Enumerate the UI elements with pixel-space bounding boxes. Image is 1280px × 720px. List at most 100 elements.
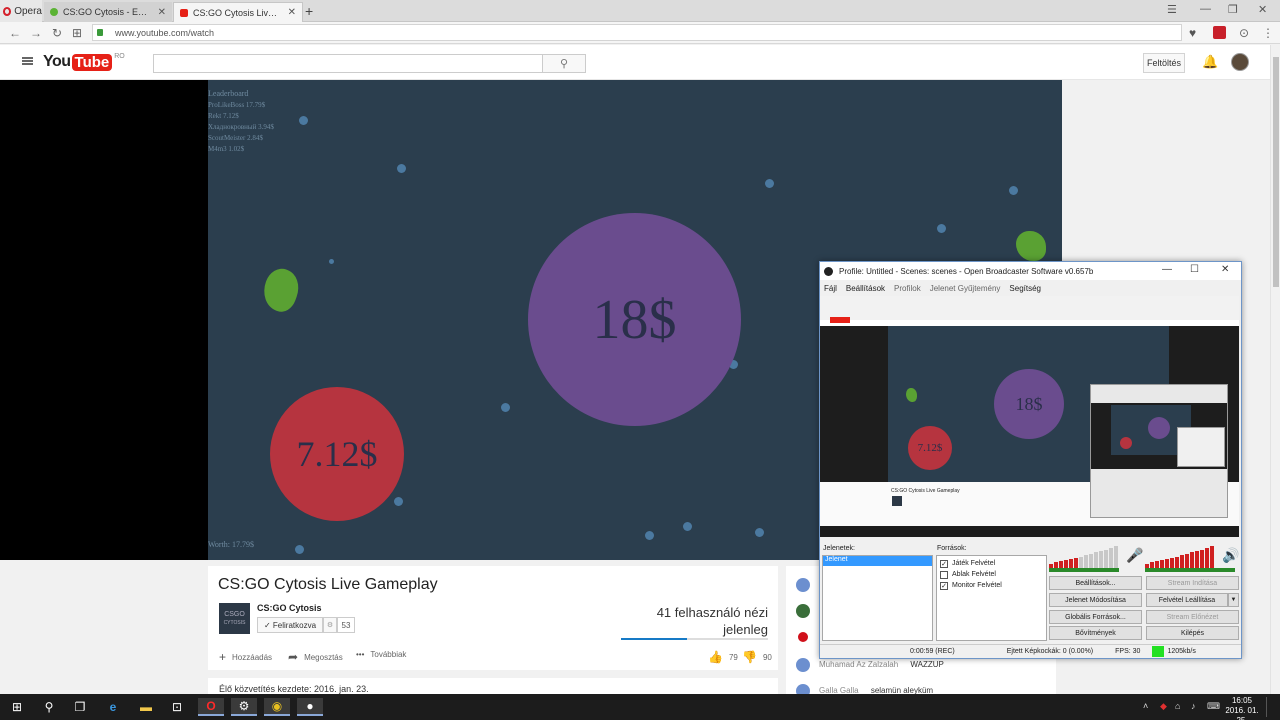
search-icon[interactable]: ⚲: [40, 698, 58, 716]
subscribed-button[interactable]: ✓ Feliratkozva: [257, 617, 323, 633]
tray-app-icon[interactable]: ◆: [1160, 701, 1167, 712]
scrollbar-thumb[interactable]: [1273, 57, 1279, 287]
exit-button[interactable]: Kilépés: [1146, 626, 1239, 640]
account-avatar[interactable]: [1231, 53, 1249, 71]
taskbar-clock[interactable]: 16:05 2016. 01. 25.: [1222, 696, 1262, 720]
microphone-icon[interactable]: 🎤: [1126, 547, 1143, 564]
youtube-logo[interactable]: You Tube RO: [43, 53, 125, 71]
tab-menu-icon[interactable]: ☰: [1167, 3, 1177, 16]
opera-menu-button[interactable]: Opera: [0, 0, 42, 22]
window-close-icon[interactable]: ✕: [1258, 3, 1267, 16]
preview-cell: 7.12$: [908, 426, 952, 470]
edge-browser-icon[interactable]: e: [104, 698, 122, 716]
forward-icon[interactable]: →: [30, 26, 42, 40]
tab-close-icon[interactable]: ✕: [158, 7, 166, 18]
source-checkbox[interactable]: ✓: [940, 559, 948, 568]
scene-item[interactable]: Jelenet: [823, 556, 932, 566]
tab-cytosis-game[interactable]: CS:GO Cytosis - Eat Cells ✕: [44, 2, 172, 22]
chrome-taskbar-icon[interactable]: ◉: [264, 698, 290, 716]
global-sources-button[interactable]: Globális Források...: [1049, 610, 1142, 624]
preview-browser-chrome: [820, 296, 1239, 320]
gift-icon[interactable]: [1213, 26, 1226, 39]
task-view-icon[interactable]: ❐: [71, 698, 89, 716]
obs-title-text: Profile: Untitled - Scenes: scenes - Ope…: [839, 266, 1094, 276]
tray-expand-icon[interactable]: ˄: [1143, 701, 1148, 711]
obs-close-icon[interactable]: ✕: [1221, 264, 1229, 275]
network-icon[interactable]: ⌂: [1175, 701, 1180, 711]
volume-icon[interactable]: ♪: [1191, 701, 1196, 711]
channel-name-link[interactable]: CS:GO Cytosis: [257, 603, 322, 613]
sources-list[interactable]: ✓ Játék Felvétel Ablak Felvétel ✓ Monitor …: [936, 555, 1047, 641]
show-desktop-button[interactable]: [1266, 697, 1278, 717]
restore-icon[interactable]: ❐: [1228, 3, 1238, 16]
minimize-icon[interactable]: —: [1200, 3, 1211, 15]
tabs-grid-icon[interactable]: ⊞: [72, 26, 82, 40]
edit-scene-button[interactable]: Jelenet Módosítása: [1049, 593, 1142, 607]
logo-tube-text: Tube: [71, 53, 113, 71]
windows-start-icon[interactable]: ⊞: [8, 698, 26, 716]
obs-menu-file[interactable]: Fájl: [824, 284, 837, 293]
source-item[interactable]: ✓ Játék Felvétel: [940, 558, 1043, 569]
page-scrollbar[interactable]: [1270, 45, 1280, 694]
stop-recording-button[interactable]: Felvétel Leállítása: [1146, 593, 1228, 607]
record-dropdown-chevron-icon[interactable]: ▼: [1228, 593, 1239, 607]
source-item[interactable]: Ablak Felvétel: [940, 569, 1043, 580]
heart-icon[interactable]: ♥: [1189, 26, 1196, 40]
leaderboard-entry: Rekt 7.12$: [208, 112, 239, 120]
meter-bar: [1200, 550, 1204, 568]
meter-bar: [1155, 561, 1159, 568]
obs-settings-button[interactable]: Beállítások...: [1049, 576, 1142, 590]
plugins-button[interactable]: Bővítmények: [1049, 626, 1142, 640]
search-button[interactable]: ⚲: [542, 54, 586, 73]
download-icon[interactable]: ⊙: [1239, 26, 1249, 40]
desktop-volume-meter[interactable]: [1145, 546, 1219, 568]
tab-youtube-video[interactable]: CS:GO Cytosis Live Gamep ✕: [173, 2, 303, 22]
back-icon[interactable]: ←: [9, 26, 21, 40]
add-to-button[interactable]: + Hozzáadás: [219, 650, 272, 664]
stream-preview-button[interactable]: Stream Előnézet: [1146, 610, 1239, 624]
obs-menu-profiles[interactable]: Profilok: [894, 284, 921, 293]
steam-taskbar-icon[interactable]: ⚙: [231, 698, 257, 716]
windows-taskbar: [0, 694, 1280, 720]
leaderboard-entry: ScoutMeister 2.84$: [208, 134, 263, 142]
subscription-settings-icon[interactable]: ⚙: [323, 617, 337, 633]
obs-menu-settings[interactable]: Beállítások: [846, 284, 885, 293]
obs-taskbar-icon[interactable]: ●: [297, 698, 323, 716]
cell-mass-label: 18$: [592, 288, 677, 351]
opera-taskbar-icon[interactable]: O: [198, 698, 224, 716]
keyboard-icon[interactable]: ⌨: [1207, 701, 1220, 712]
more-button[interactable]: ••• Továbbiak: [356, 650, 406, 659]
source-checkbox[interactable]: ✓: [940, 581, 948, 590]
like-count: 79: [728, 652, 738, 662]
food-dot: [501, 403, 510, 412]
notifications-bell-icon[interactable]: 🔔: [1202, 54, 1218, 70]
tab-close-icon[interactable]: ✕: [288, 7, 296, 18]
viewers-text: jelenleg: [723, 622, 768, 637]
preview-recursive-cell: [1148, 417, 1170, 439]
url-input[interactable]: www.youtube.com/watch: [92, 24, 1182, 41]
obs-preview: 18$ 7.12$ CS:GO Cytosis Live Gameplay: [820, 296, 1239, 537]
store-icon[interactable]: ⊡: [168, 698, 186, 716]
upload-button[interactable]: Feltöltés: [1143, 53, 1185, 73]
obs-minimize-icon[interactable]: —: [1162, 264, 1172, 275]
start-stream-button[interactable]: Stream Indítása: [1146, 576, 1239, 590]
share-button[interactable]: ➦ Megosztás: [288, 650, 343, 664]
file-explorer-icon[interactable]: ▬: [137, 698, 155, 716]
source-item[interactable]: ✓ Monitor Felvétel: [940, 580, 1043, 591]
search-input[interactable]: [153, 54, 543, 73]
obs-menu-help[interactable]: Segítség: [1009, 284, 1041, 293]
like-button[interactable]: 👍 79: [708, 650, 738, 664]
obs-maximize-icon[interactable]: ☐: [1190, 264, 1199, 275]
menu-icon[interactable]: ⋮: [1262, 26, 1274, 40]
reload-icon[interactable]: ↻: [52, 26, 62, 40]
like-ratio-fill: [621, 638, 688, 640]
source-checkbox[interactable]: [940, 570, 948, 579]
scenes-list[interactable]: Jelenet: [822, 555, 933, 641]
channel-thumbnail[interactable]: CSGO CYTOSIS: [219, 603, 250, 634]
guide-menu-icon[interactable]: [22, 57, 33, 65]
speaker-icon[interactable]: 🔊: [1222, 547, 1239, 564]
new-tab-button[interactable]: +: [305, 3, 313, 19]
obs-menu-scene-collection[interactable]: Jelenet Gyűjtemény: [930, 284, 1001, 293]
mic-volume-meter[interactable]: [1049, 546, 1123, 568]
dislike-button[interactable]: 👎 90: [742, 650, 772, 664]
